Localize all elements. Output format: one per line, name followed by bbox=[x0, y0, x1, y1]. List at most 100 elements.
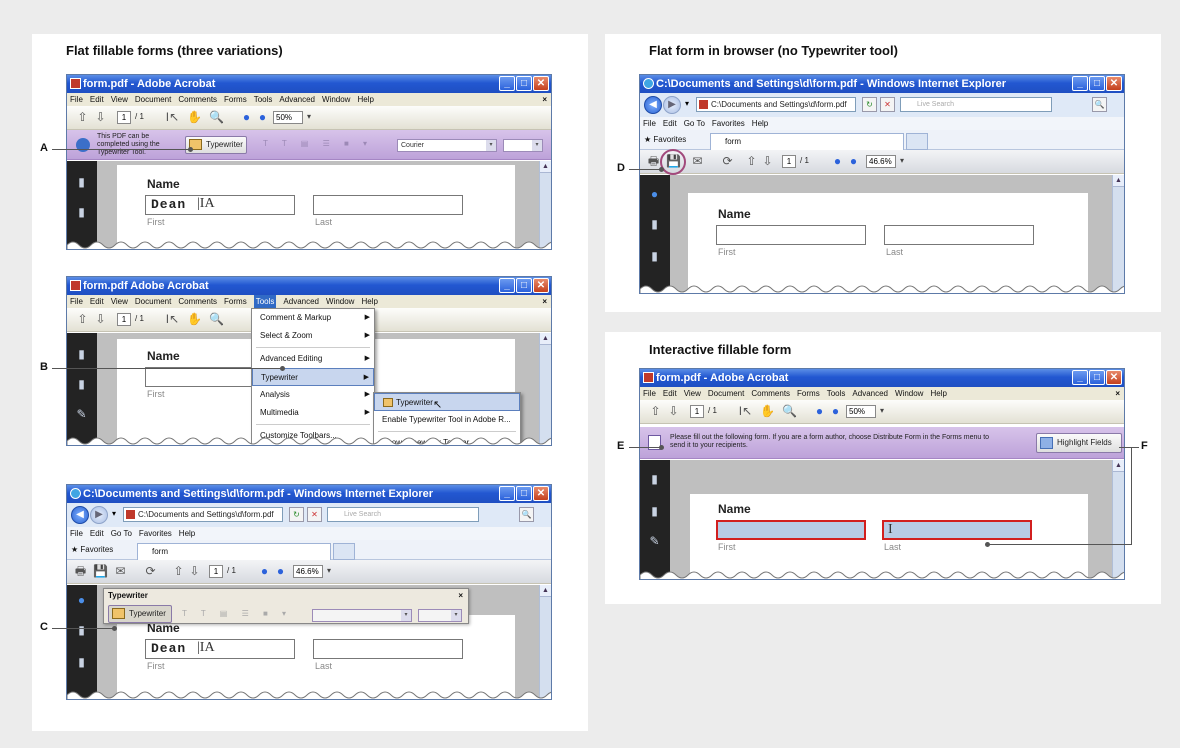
last-name-field[interactable] bbox=[313, 639, 463, 659]
forward-button[interactable]: ▶ bbox=[90, 506, 108, 524]
submenu-item-typewriter[interactable]: Typewriter ↖ bbox=[374, 393, 520, 411]
address-bar[interactable]: C:\Documents and Settings\d\form.pdf bbox=[696, 97, 856, 112]
info-icon[interactable]: ● bbox=[74, 593, 89, 608]
submenu-item-enable-typewriter[interactable]: Enable Typewriter Tool in Adobe R... bbox=[374, 411, 520, 429]
menu-item-multimedia[interactable]: Multimedia ▶ bbox=[252, 404, 374, 422]
zoom-out-icon[interactable]: ● bbox=[830, 154, 845, 169]
zoom-tool-icon[interactable]: 🔍 bbox=[209, 110, 224, 125]
hand-tool-icon[interactable]: ✋ bbox=[187, 110, 202, 125]
address-bar[interactable]: C:\Documents and Settings\d\form.pdf bbox=[123, 507, 283, 522]
menu-item-help[interactable]: Help bbox=[361, 295, 377, 308]
menu-item-favorites[interactable]: Favorites bbox=[712, 117, 745, 130]
menu-item-analysis[interactable]: Analysis ▶ bbox=[252, 386, 374, 404]
close-window-button[interactable]: ✕ bbox=[1106, 76, 1122, 91]
stop-button[interactable]: ✕ bbox=[307, 507, 322, 522]
menu-item-go-to[interactable]: Go To bbox=[684, 117, 705, 130]
minimize-button[interactable]: _ bbox=[499, 278, 515, 293]
font-size-select[interactable]: ▾ bbox=[418, 609, 462, 622]
menu-item-help[interactable]: Help bbox=[930, 387, 946, 400]
menu-item-favorites[interactable]: Favorites bbox=[139, 527, 172, 540]
menu-item-edit[interactable]: Edit bbox=[90, 527, 104, 540]
menu-item-file[interactable]: File bbox=[70, 295, 83, 308]
menu-item-advanced[interactable]: Advanced bbox=[279, 93, 315, 106]
menu-item-edit[interactable]: Edit bbox=[90, 295, 104, 308]
vertical-scrollbar[interactable]: ▲ bbox=[1112, 460, 1124, 579]
menu-item-file[interactable]: File bbox=[70, 527, 83, 540]
page-number-field[interactable]: 1 bbox=[782, 155, 796, 168]
favorites-button[interactable]: ★ Favorites bbox=[71, 545, 113, 554]
zoom-in-icon[interactable]: ● bbox=[255, 110, 270, 125]
prev-page-icon[interactable]: ⇧ bbox=[744, 154, 759, 169]
menu-item-view[interactable]: View bbox=[111, 93, 128, 106]
zoom-dropdown[interactable]: ▾ bbox=[900, 156, 904, 165]
attachments-icon[interactable]: ▮ bbox=[74, 377, 89, 392]
minimize-button[interactable]: _ bbox=[1072, 76, 1088, 91]
vertical-scrollbar[interactable]: ▲ bbox=[539, 161, 551, 249]
prev-page-icon[interactable]: ⇧ bbox=[75, 110, 90, 125]
next-page-icon[interactable]: ⇩ bbox=[666, 404, 681, 419]
prev-page-icon[interactable]: ⇧ bbox=[75, 312, 90, 327]
pages-icon[interactable]: ▮ bbox=[647, 217, 662, 232]
menu-item-tools[interactable]: Tools bbox=[254, 93, 273, 106]
scroll-up-button[interactable]: ▲ bbox=[540, 333, 551, 345]
menu-item-help[interactable]: Help bbox=[179, 527, 195, 540]
page-number-field[interactable]: 1 bbox=[690, 405, 704, 418]
first-name-field[interactable] bbox=[716, 225, 866, 245]
attachments-icon[interactable]: ▮ bbox=[647, 504, 662, 519]
zoom-tool-icon[interactable]: 🔍 bbox=[209, 312, 224, 327]
page-number-field[interactable]: 1 bbox=[117, 313, 131, 326]
document-close-icon[interactable]: × bbox=[542, 93, 547, 106]
scroll-up-button[interactable]: ▲ bbox=[540, 161, 551, 173]
menu-item-window[interactable]: Window bbox=[895, 387, 923, 400]
zoom-field[interactable]: 50% bbox=[846, 405, 876, 418]
new-tab-button[interactable] bbox=[906, 133, 928, 150]
hand-tool-icon[interactable]: ✋ bbox=[760, 404, 775, 419]
prev-page-icon[interactable]: ⇧ bbox=[171, 564, 186, 579]
menu-item-comment-markup[interactable]: Comment & Markup ▶ bbox=[252, 309, 374, 327]
zoom-out-icon[interactable]: ● bbox=[257, 564, 272, 579]
maximize-button[interactable]: □ bbox=[516, 76, 532, 91]
vertical-scrollbar[interactable]: ▲ bbox=[539, 333, 551, 445]
close-window-button[interactable]: ✕ bbox=[533, 76, 549, 91]
tab-form[interactable]: form bbox=[710, 133, 904, 150]
menu-item-forms[interactable]: Forms bbox=[797, 387, 820, 400]
back-button[interactable]: ◀ bbox=[71, 506, 89, 524]
close-window-button[interactable]: ✕ bbox=[1106, 370, 1122, 385]
last-name-field[interactable] bbox=[884, 225, 1034, 245]
maximize-button[interactable]: □ bbox=[1089, 76, 1105, 91]
attachments-icon[interactable]: ▮ bbox=[74, 655, 89, 670]
menu-item-view[interactable]: View bbox=[684, 387, 701, 400]
minimize-button[interactable]: _ bbox=[1072, 370, 1088, 385]
menu-item-tools[interactable]: Tools bbox=[827, 387, 846, 400]
zoom-tool-icon[interactable]: 🔍 bbox=[782, 404, 797, 419]
next-page-icon[interactable]: ⇩ bbox=[187, 564, 202, 579]
zoom-dropdown[interactable]: ▾ bbox=[327, 566, 331, 575]
next-page-icon[interactable]: ⇩ bbox=[760, 154, 775, 169]
menu-item-comments[interactable]: Comments bbox=[178, 93, 217, 106]
attachments-icon[interactable]: ▮ bbox=[647, 249, 662, 264]
select-tool-icon[interactable]: I↖ bbox=[165, 110, 180, 125]
scroll-up-button[interactable]: ▲ bbox=[540, 585, 551, 597]
tab-form[interactable]: form bbox=[137, 543, 331, 560]
menu-item-document[interactable]: Document bbox=[708, 387, 744, 400]
font-select[interactable]: ▾ bbox=[312, 609, 412, 622]
page-number-field[interactable]: 1 bbox=[117, 111, 131, 124]
forward-button[interactable]: ▶ bbox=[663, 96, 681, 114]
highlight-fields-button[interactable]: Highlight Fields bbox=[1036, 433, 1122, 453]
zoom-in-icon[interactable]: ● bbox=[828, 404, 843, 419]
menu-item-document[interactable]: Document bbox=[135, 93, 171, 106]
zoom-dropdown[interactable]: ▾ bbox=[307, 112, 311, 121]
document-close-icon[interactable]: × bbox=[1115, 387, 1120, 400]
prev-page-icon[interactable]: ⇧ bbox=[648, 404, 663, 419]
print-icon[interactable]: 🖶 bbox=[73, 564, 88, 579]
stop-button[interactable]: ✕ bbox=[880, 97, 895, 112]
scroll-up-button[interactable]: ▲ bbox=[1113, 460, 1124, 472]
vertical-scrollbar[interactable]: ▲ bbox=[1112, 175, 1124, 293]
email-icon[interactable]: ✉ bbox=[690, 154, 705, 169]
select-tool-icon[interactable]: I↖ bbox=[738, 404, 753, 419]
close-window-button[interactable]: ✕ bbox=[533, 278, 549, 293]
menu-item-typewriter[interactable]: Typewriter ▶ bbox=[252, 368, 374, 386]
menu-item-advanced[interactable]: Advanced bbox=[283, 295, 319, 308]
find-icon[interactable]: ⟳ bbox=[143, 564, 158, 579]
attachments-icon[interactable]: ▮ bbox=[74, 205, 89, 220]
